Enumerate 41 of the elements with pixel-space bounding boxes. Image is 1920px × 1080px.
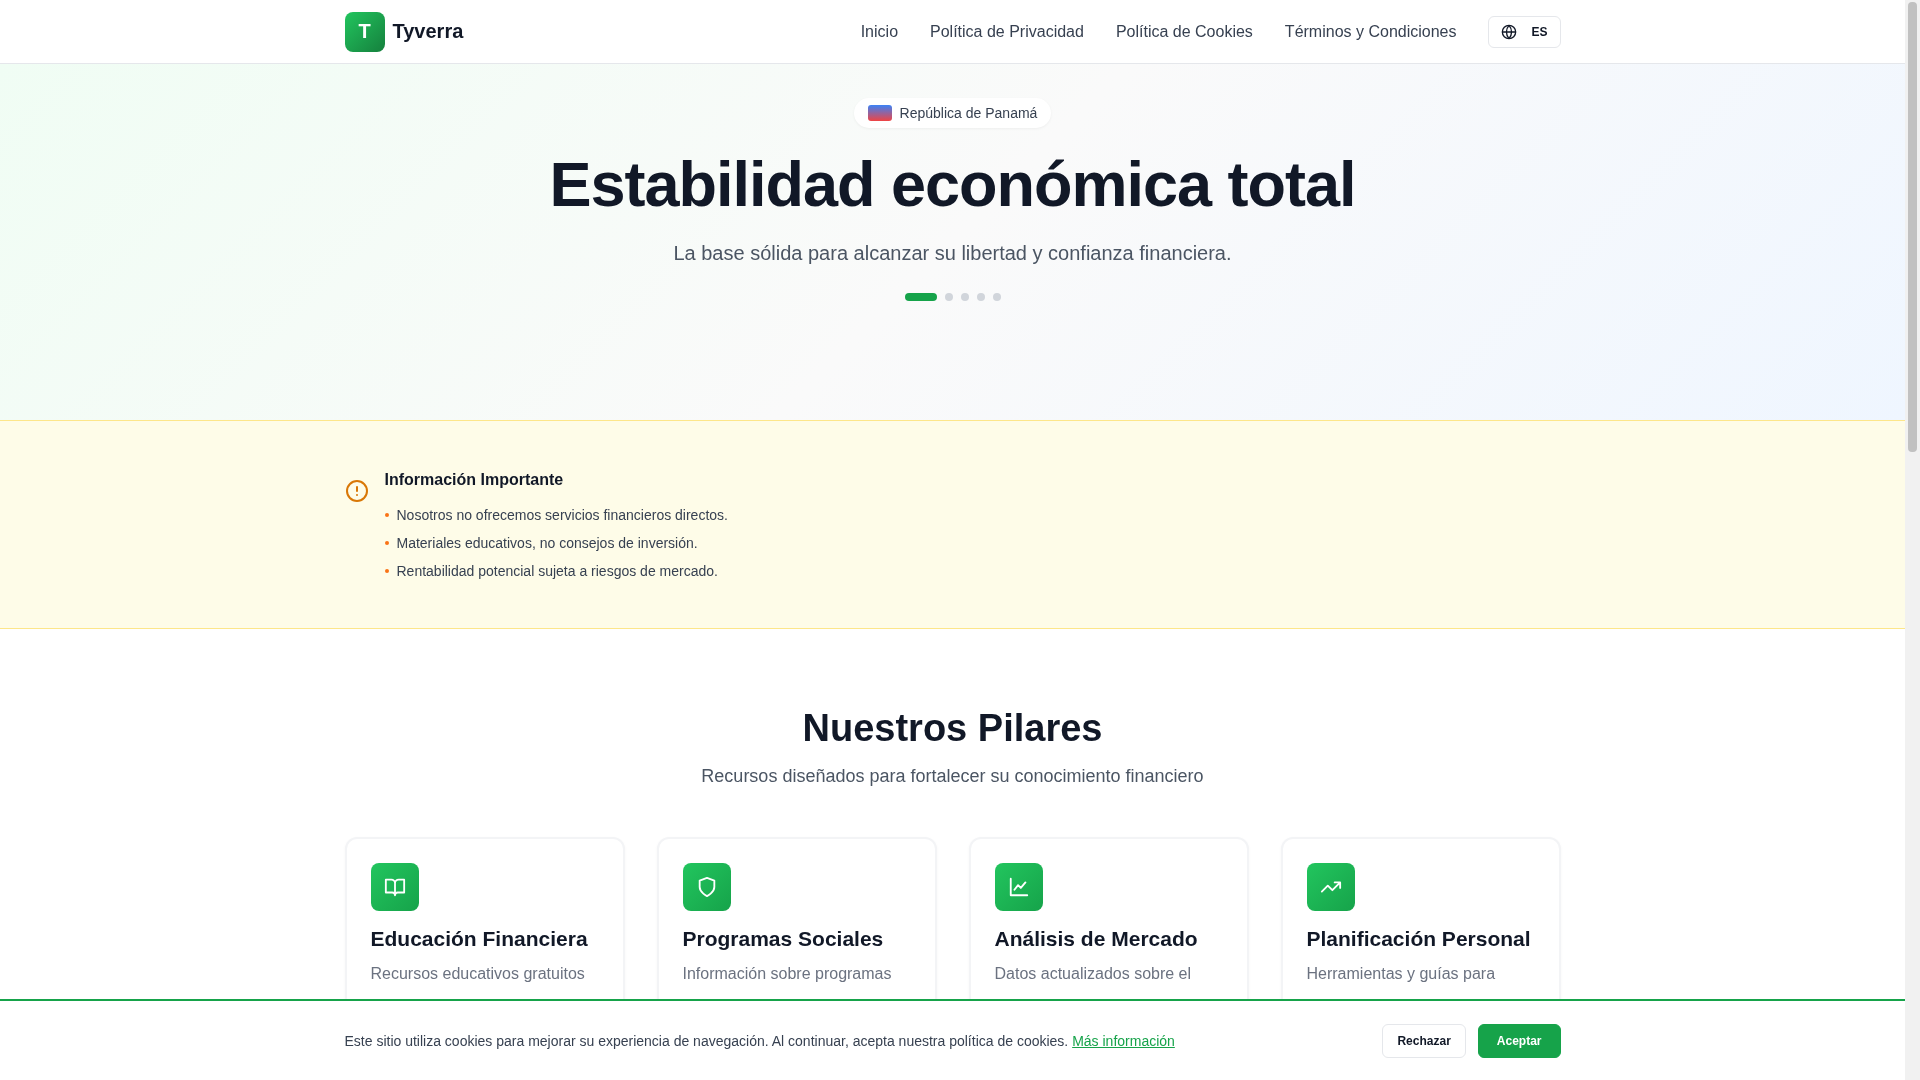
card-title: Planificación Personal bbox=[1306, 927, 1532, 951]
notice-item: Materiales educativos, no consejos de inversión. bbox=[396, 535, 698, 551]
section-title: Nuestros Pilares bbox=[801, 707, 1104, 750]
slide-dot[interactable] bbox=[992, 293, 1001, 301]
notice-item: Rentabilidad potencial sujeta a riesgos de mercado. bbox=[396, 563, 718, 579]
card-title: Educación Financiera bbox=[370, 927, 589, 951]
hero-subtitle: La base sólida para alcanzar su libertad y confianza financiera. bbox=[673, 242, 1232, 265]
notice-title: Información Importante bbox=[384, 471, 565, 489]
card-title: Análisis de Mercado bbox=[994, 927, 1199, 951]
cookie-text: Este sitio utiliza cookies para mejorar su experiencia de navegación. Al continuar, acepta nuestra política de cookies. Más información bbox=[344, 1032, 1175, 1049]
line-chart-icon bbox=[994, 863, 1043, 911]
card-text: Datos actualizados sobre el bbox=[994, 965, 1193, 983]
slide-dot[interactable] bbox=[976, 293, 985, 301]
reject-button[interactable]: Rechazar bbox=[1382, 1023, 1466, 1058]
nav-link[interactable]: Términos y Condiciones bbox=[1284, 22, 1457, 41]
language-button[interactable]: ES bbox=[1488, 15, 1561, 48]
nav-link[interactable]: Inicio bbox=[860, 22, 899, 41]
card-title: Programas Sociales bbox=[682, 927, 885, 951]
bullet-icon bbox=[384, 569, 389, 573]
brand-name[interactable]: Tyverra bbox=[392, 20, 464, 43]
card-text: Información sobre programas bbox=[682, 965, 893, 983]
flag-icon bbox=[867, 105, 892, 121]
warning-icon bbox=[344, 479, 369, 503]
notice-item: Nosotros no ofrecemos servicios financieros directos. bbox=[396, 507, 728, 523]
slide-dot[interactable] bbox=[944, 293, 953, 301]
nav-link[interactable]: Política de Privacidad bbox=[930, 22, 1084, 41]
card-text: Herramientas y guías para bbox=[1306, 965, 1497, 983]
nav-link[interactable]: Política de Cookies bbox=[1115, 22, 1253, 41]
bullet-icon bbox=[384, 541, 389, 545]
slide-dot[interactable] bbox=[960, 293, 969, 301]
globe-icon bbox=[1501, 23, 1518, 40]
shield-icon bbox=[682, 863, 731, 911]
scrollbar-thumb[interactable] bbox=[1908, 2, 1917, 452]
card-text: Recursos educativos gratuitos bbox=[370, 965, 586, 983]
section-subtitle: Recursos diseñados para fortalecer su conocimiento financiero bbox=[700, 766, 1205, 787]
trend-up-icon bbox=[1306, 863, 1355, 911]
bullet-icon bbox=[384, 513, 389, 517]
scrollbar[interactable] bbox=[1905, 0, 1920, 1080]
hero-title: Estabilidad económica total bbox=[549, 148, 1356, 220]
book-icon bbox=[370, 863, 419, 911]
badge-label: República de Panamá bbox=[899, 105, 1038, 121]
